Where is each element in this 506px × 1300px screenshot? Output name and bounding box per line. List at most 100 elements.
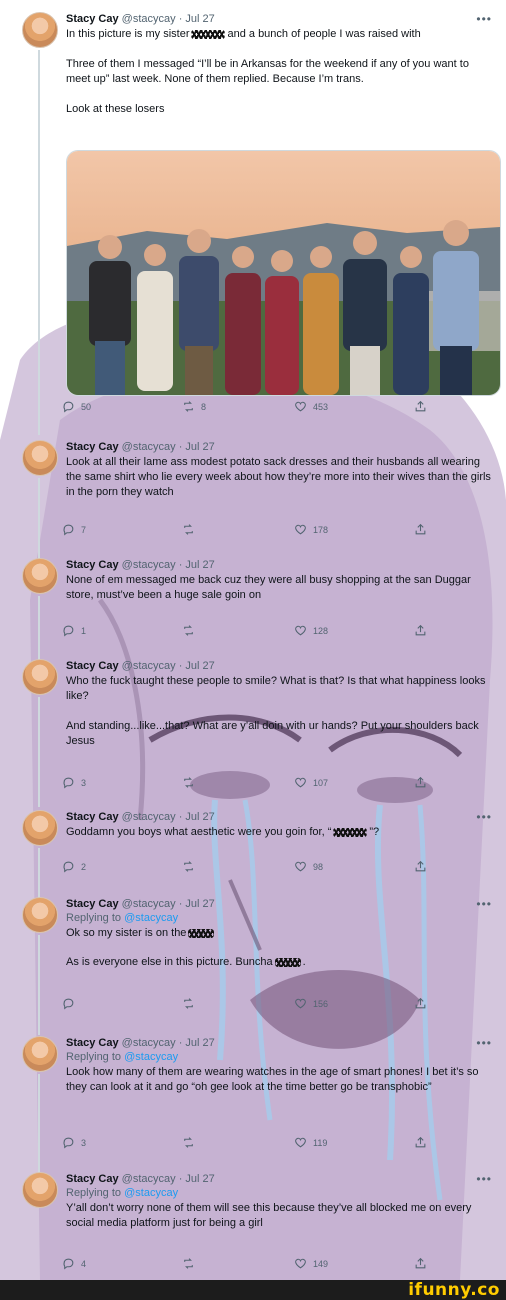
tweet-actions: 3 119 xyxy=(62,1136,442,1152)
tweet-text: As is everyone else in this picture. Bun… xyxy=(66,955,494,970)
reply-button[interactable]: 7 xyxy=(62,523,86,536)
avatar[interactable] xyxy=(22,440,58,476)
tweet[interactable]: Stacy Cay @stacycay · Jul 27 None of em … xyxy=(0,558,506,664)
share-button[interactable] xyxy=(414,997,427,1010)
avatar[interactable] xyxy=(22,810,58,846)
like-icon xyxy=(295,524,306,535)
display-name[interactable]: Stacy Cay xyxy=(66,1037,119,1049)
share-button[interactable] xyxy=(414,400,427,413)
handle[interactable]: @stacycay xyxy=(122,559,176,571)
reply-button[interactable] xyxy=(62,997,75,1010)
retweet-button[interactable] xyxy=(182,1257,195,1270)
share-icon xyxy=(415,400,426,412)
retweet-button[interactable] xyxy=(182,860,195,873)
reply-button[interactable]: 3 xyxy=(62,1136,86,1149)
retweet-button[interactable]: 8 xyxy=(182,400,206,413)
retweet-icon xyxy=(184,524,193,535)
display-name[interactable]: Stacy Cay xyxy=(66,898,119,910)
avatar[interactable] xyxy=(22,897,58,933)
display-name[interactable]: Stacy Cay xyxy=(66,559,119,571)
redaction-scribble xyxy=(333,827,368,837)
retweet-button[interactable] xyxy=(182,1136,195,1149)
reply-button[interactable]: 1 xyxy=(62,624,86,637)
timestamp[interactable]: Jul 27 xyxy=(185,559,214,571)
tweet[interactable]: ••• Stacy Cay @stacycay · Jul 27 In this… xyxy=(0,8,506,435)
share-button[interactable] xyxy=(414,860,427,873)
replying-handle[interactable]: @stacycay xyxy=(124,912,178,924)
reply-icon xyxy=(63,401,74,413)
reply-count: 3 xyxy=(81,1137,87,1148)
share-button[interactable] xyxy=(414,624,427,637)
like-button[interactable]: 128 xyxy=(294,624,328,637)
tweet[interactable]: ••• Stacy Cay @stacycay · Jul 27 Goddamn… xyxy=(0,810,506,898)
tweet-actions: 7 178 xyxy=(62,523,442,539)
display-name[interactable]: Stacy Cay xyxy=(66,13,119,25)
handle[interactable]: @stacycay xyxy=(122,1037,176,1049)
timestamp[interactable]: Jul 27 xyxy=(185,441,214,453)
like-button[interactable]: 119 xyxy=(294,1136,327,1149)
reply-count: 50 xyxy=(81,401,92,412)
reply-button[interactable]: 2 xyxy=(62,860,86,873)
tweet-actions: 50 8 453 xyxy=(62,400,442,416)
handle[interactable]: @stacycay xyxy=(122,811,176,823)
replying-to: Replying to @stacycay xyxy=(66,1186,494,1200)
share-button[interactable] xyxy=(414,776,427,789)
reply-count: 7 xyxy=(81,524,87,535)
tweet[interactable]: ••• Stacy Cay @stacycay · Jul 27 Replyin… xyxy=(0,1036,506,1174)
handle[interactable]: @stacycay xyxy=(122,1173,176,1185)
tweet[interactable]: Stacy Cay @stacycay · Jul 27 Look at all… xyxy=(0,440,506,588)
timestamp[interactable]: Jul 27 xyxy=(185,1037,214,1049)
reply-button[interactable]: 3 xyxy=(62,776,86,789)
handle[interactable]: @stacycay xyxy=(122,660,176,672)
like-count: 149 xyxy=(313,1258,329,1269)
separator: · xyxy=(178,1037,183,1049)
tweet[interactable]: Stacy Cay @stacycay · Jul 27 Who the fuc… xyxy=(0,659,506,807)
like-button[interactable]: 156 xyxy=(294,997,328,1010)
avatar[interactable] xyxy=(22,12,58,48)
ifunny-watermark: ifunny.co xyxy=(408,1280,500,1300)
display-name[interactable]: Stacy Cay xyxy=(66,660,119,672)
retweet-button[interactable] xyxy=(182,523,195,536)
retweet-button[interactable] xyxy=(182,624,195,637)
share-button[interactable] xyxy=(414,1257,427,1270)
like-button[interactable]: 178 xyxy=(294,523,328,536)
avatar[interactable] xyxy=(22,558,58,594)
timestamp[interactable]: Jul 27 xyxy=(185,660,214,672)
like-button[interactable]: 453 xyxy=(294,400,328,413)
tweet-photo[interactable] xyxy=(66,150,501,396)
like-button[interactable]: 98 xyxy=(294,860,323,873)
timestamp[interactable]: Jul 27 xyxy=(185,898,214,910)
tweet-actions: 2 98 xyxy=(62,860,442,876)
avatar[interactable] xyxy=(22,1036,58,1072)
redaction-scribble xyxy=(188,928,215,938)
separator: · xyxy=(178,441,183,453)
replying-handle[interactable]: @stacycay xyxy=(124,1187,178,1199)
like-button[interactable]: 149 xyxy=(294,1257,328,1270)
avatar[interactable] xyxy=(22,659,58,695)
share-button[interactable] xyxy=(414,523,427,536)
reply-icon xyxy=(63,524,74,536)
handle[interactable]: @stacycay xyxy=(122,441,176,453)
tweet-text: Who the fuck taught these people to smil… xyxy=(66,675,486,747)
replying-label: Replying to xyxy=(66,1187,122,1199)
replying-handle[interactable]: @stacycay xyxy=(124,1051,178,1063)
display-name[interactable]: Stacy Cay xyxy=(66,1173,119,1185)
handle[interactable]: @stacycay xyxy=(122,13,176,25)
like-count: 156 xyxy=(313,998,329,1009)
like-button[interactable]: 107 xyxy=(294,776,328,789)
reply-button[interactable]: 4 xyxy=(62,1257,86,1270)
avatar[interactable] xyxy=(22,1172,58,1208)
timestamp[interactable]: Jul 27 xyxy=(185,13,214,25)
tweet[interactable]: ••• Stacy Cay @stacycay · Jul 27 Replyin… xyxy=(0,897,506,1035)
display-name[interactable]: Stacy Cay xyxy=(66,811,119,823)
replying-to: Replying to @stacycay xyxy=(66,911,494,925)
retweet-button[interactable] xyxy=(182,997,195,1010)
timestamp[interactable]: Jul 27 xyxy=(185,811,214,823)
tweet[interactable]: ••• Stacy Cay @stacycay · Jul 27 Replyin… xyxy=(0,1172,506,1277)
display-name[interactable]: Stacy Cay xyxy=(66,441,119,453)
share-button[interactable] xyxy=(414,1136,427,1149)
handle[interactable]: @stacycay xyxy=(122,898,176,910)
reply-button[interactable]: 50 xyxy=(62,400,91,413)
timestamp[interactable]: Jul 27 xyxy=(185,1173,214,1185)
retweet-button[interactable] xyxy=(182,776,195,789)
